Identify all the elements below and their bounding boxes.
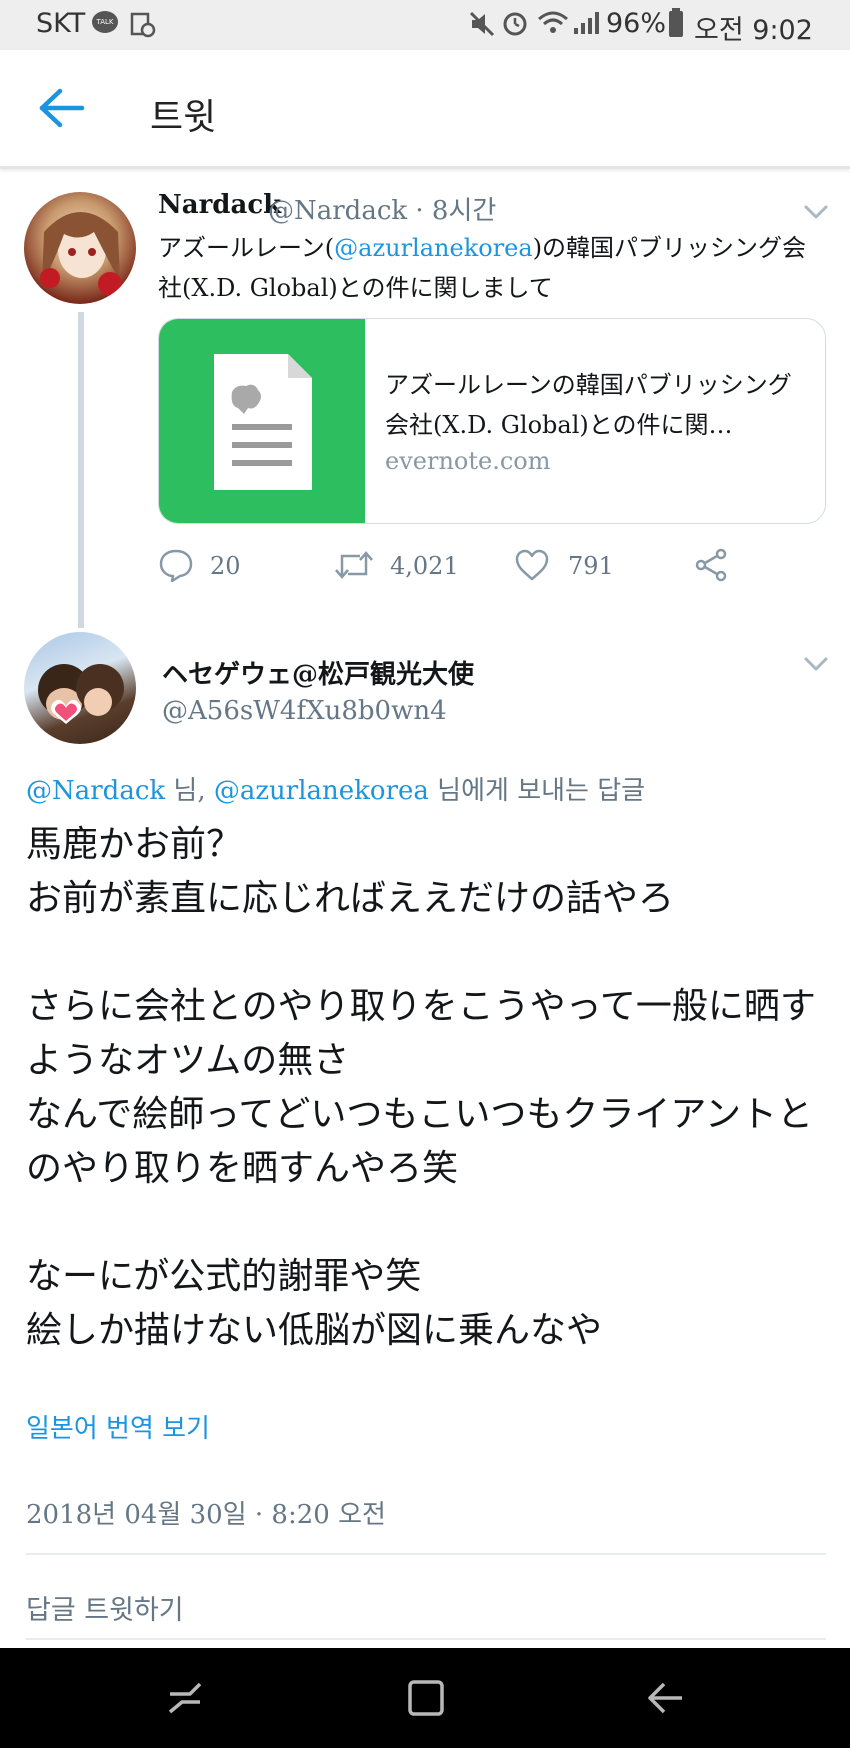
thread-connector-line <box>78 312 84 628</box>
kakaotalk-icon: TALK <box>92 11 118 33</box>
parent-tweet-text: アズールレーン(@azurlanekorea)の韓国パブリッシング会社(X.D.… <box>158 228 808 308</box>
mention-link[interactable]: @azurlanekorea <box>214 776 429 806</box>
replying-to-line: @Nardack 님, @azurlanekorea 님에게 보내는 답글 <box>26 770 645 807</box>
reply-author-name[interactable]: ヘセゲウェ@松戸観光大使 <box>162 654 474 691</box>
reply-compose-prompt[interactable]: 답글 트윗하기 <box>26 1588 184 1627</box>
alarm-icon <box>503 12 527 36</box>
recent-apps-icon[interactable] <box>166 1678 206 1718</box>
battery-icon <box>669 8 683 37</box>
card-domain: evernote.com <box>385 447 551 475</box>
chevron-down-icon[interactable] <box>802 202 830 222</box>
chevron-down-icon[interactable] <box>802 654 830 674</box>
wifi-icon <box>538 11 568 33</box>
screenshot-notification-icon <box>130 12 156 38</box>
clock: 오전 9:02 <box>694 15 813 46</box>
status-bar: SKT TALK 96% 오전 9:02 <box>0 0 850 50</box>
like-heart-icon[interactable] <box>514 548 550 582</box>
document-icon <box>214 354 312 490</box>
home-icon[interactable] <box>406 1678 446 1718</box>
link-preview-card[interactable]: アズールレーンの韓国パブリッシング会社(X.D. Global)との件に関… e… <box>158 318 826 524</box>
reply-icon[interactable] <box>158 548 194 582</box>
reply-to-suffix: 님에게 보내는 답글 <box>428 776 646 806</box>
carrier-label: SKT <box>36 8 86 39</box>
app-bar: 트윗 <box>0 50 850 169</box>
battery-percent: 96% <box>606 8 667 39</box>
translate-link[interactable]: 일본어 번역 보기 <box>26 1408 210 1445</box>
divider <box>26 1553 826 1555</box>
mute-icon <box>469 11 495 37</box>
retweet-icon[interactable] <box>334 548 374 582</box>
reply-count: 20 <box>210 552 241 580</box>
avatar-illustration <box>40 212 122 296</box>
mention-link[interactable]: @Nardack <box>26 776 165 806</box>
avatar-photo <box>38 664 124 724</box>
reply-author-handle: @A56sW4fXu8b0wn4 <box>162 696 447 726</box>
back-arrow-icon[interactable] <box>38 88 88 128</box>
avatar-nardack[interactable] <box>24 192 136 304</box>
mention-link[interactable]: @azurlanekorea <box>334 234 533 262</box>
tweet-timestamp: 2018년 04월 30일 · 8:20 오전 <box>26 1500 386 1530</box>
page-title: 트윗 <box>150 97 217 138</box>
retweet-count: 4,021 <box>390 552 459 580</box>
avatar-reply-author[interactable] <box>24 632 136 744</box>
share-icon[interactable] <box>694 548 728 582</box>
like-count: 791 <box>568 552 614 580</box>
back-nav-icon[interactable] <box>646 1678 686 1718</box>
reply-tweet-text: 馬鹿かお前？ お前が素直に応じればええだけの話やろ さらに会社とのやり取りをこう… <box>26 824 816 1351</box>
signal-icon <box>574 12 599 34</box>
divider <box>26 1638 826 1640</box>
author-name[interactable]: Nardack <box>158 190 281 220</box>
author-handle-time: @Nardack · 8시간 <box>268 196 497 226</box>
evernote-thumbnail <box>159 319 365 523</box>
tweet-actions: 20 4,021 791 <box>158 546 758 586</box>
tweet-text-part: アズールレーン( <box>158 234 335 262</box>
android-nav-bar <box>0 1648 850 1748</box>
card-title: アズールレーンの韓国パブリッシング会社(X.D. Global)との件に関… <box>385 371 792 439</box>
reply-to-separator: 님, <box>165 776 214 806</box>
